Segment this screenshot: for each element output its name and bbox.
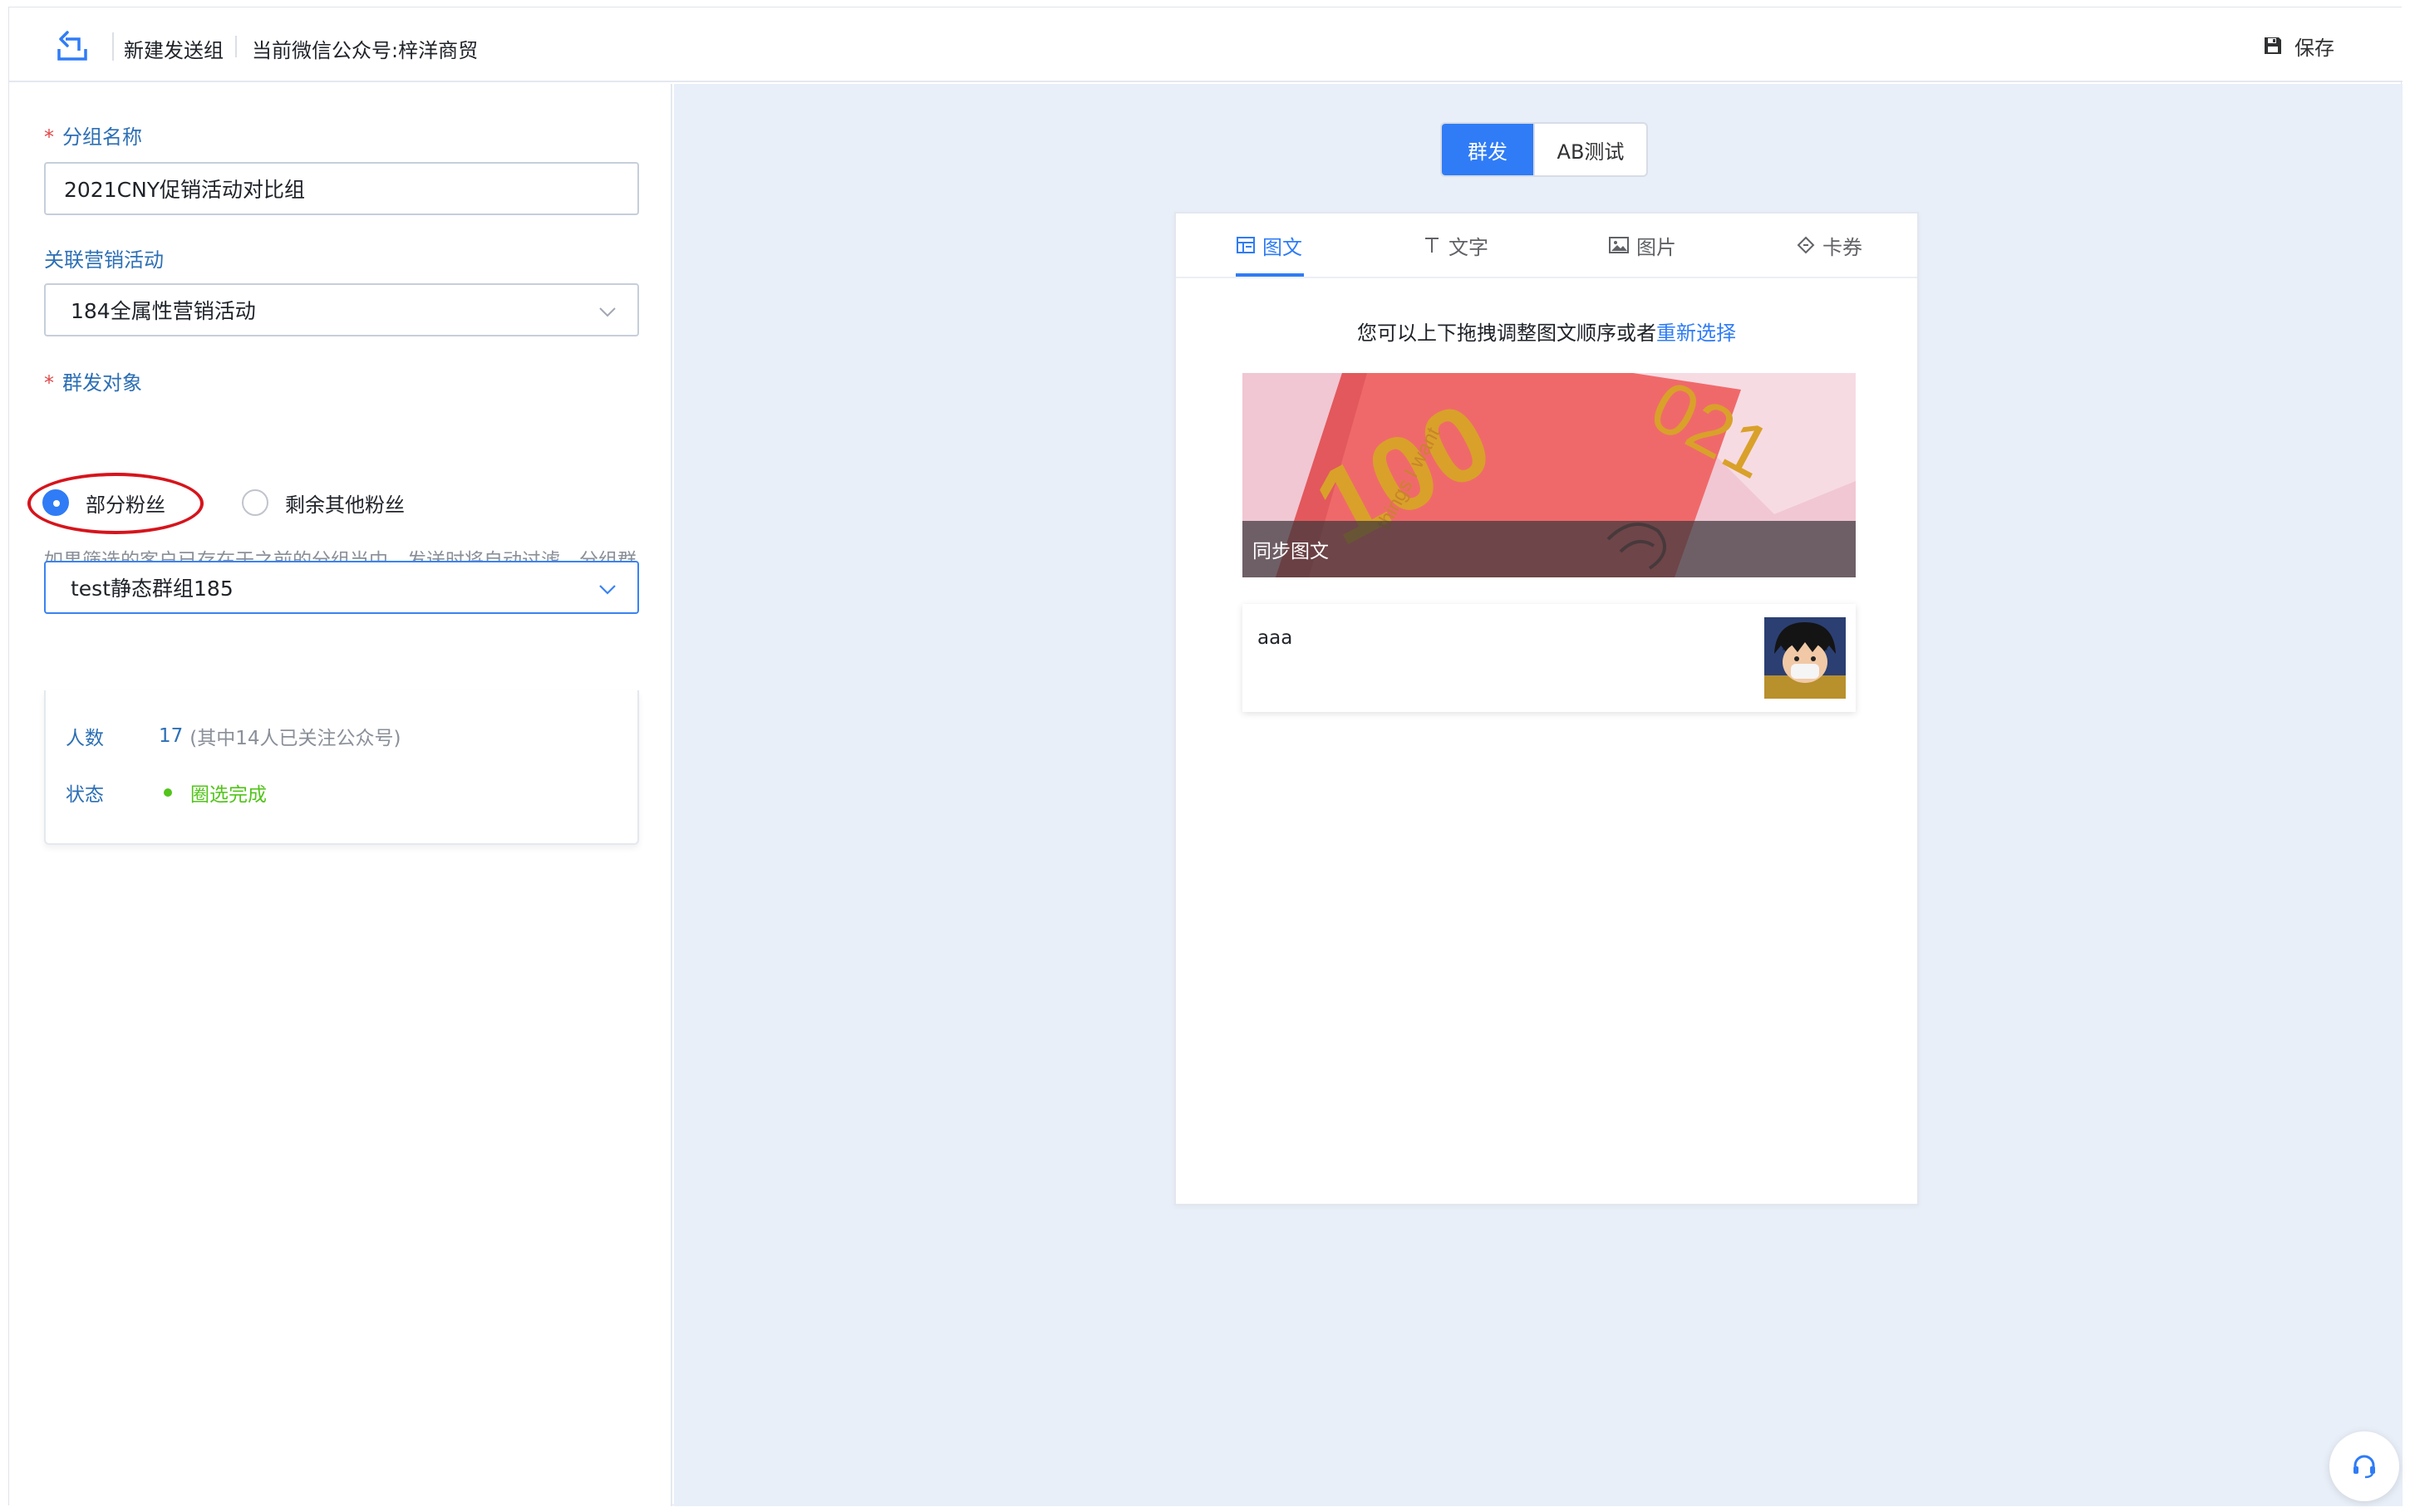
required-mark: *	[44, 371, 54, 395]
group-name-input[interactable]	[44, 162, 639, 215]
article-title: aaa	[1257, 627, 1293, 649]
preview-area: 群发 AB测试 图文 文字 图片 卡券 您可以上下拖拽调整图文顺序或者重新选择 …	[674, 84, 2403, 1506]
target-label: * 群发对象	[44, 371, 142, 395]
fan-count-row: 人数 17 (其中14人已关注公众号)	[66, 722, 401, 750]
required-mark: *	[44, 125, 54, 149]
avatar	[1764, 617, 1846, 699]
image-icon	[1609, 237, 1629, 253]
save-icon	[2265, 37, 2281, 54]
status-label: 状态	[66, 784, 104, 806]
tab-label: 文字	[1448, 235, 1488, 259]
status-row: 状态 圈选完成	[66, 778, 267, 807]
cover-caption: 同步图文	[1242, 521, 1856, 577]
mode-toggle: 群发 AB测试	[1440, 122, 1648, 177]
chevron-down-icon	[599, 307, 616, 317]
fan-count-value: 17	[159, 725, 184, 747]
top-bar: 新建发送组 当前微信公众号:梓洋商贸 保存	[9, 7, 2403, 82]
drag-hint: 您可以上下拖拽调整图文顺序或者重新选择	[1176, 317, 1917, 346]
cover-article[interactable]: 100 things I want 021 同步图文	[1242, 373, 1856, 577]
status-dot	[164, 788, 172, 797]
fan-count-note: (其中14人已关注公众号)	[189, 728, 401, 749]
headset-icon	[2353, 1455, 2375, 1479]
settings-panel: *分组名称 关联营销活动 184全属性营销活动 *群发对象 部分粉丝 剩余其他粉…	[9, 84, 672, 1506]
active-tab-indicator	[1236, 273, 1304, 277]
radio-checked-icon	[42, 489, 69, 516]
article-thumbnail	[1764, 617, 1846, 699]
back-button[interactable]	[49, 24, 96, 67]
segment-select[interactable]: test静态群组185	[44, 561, 639, 614]
tab-label: 图片	[1636, 235, 1676, 259]
campaign-select[interactable]: 184全属性营销活动	[44, 283, 639, 336]
drag-hint-text: 您可以上下拖拽调整图文顺序或者	[1357, 322, 1656, 345]
back-arrow-icon	[57, 31, 87, 61]
radio-remaining-fans[interactable]: 剩余其他粉丝	[242, 486, 405, 519]
tab-text[interactable]: 文字	[1422, 228, 1488, 262]
radio-label: 部分粉丝	[86, 493, 165, 517]
campaign-select-value: 184全属性营销活动	[71, 299, 256, 323]
current-account: 当前微信公众号:梓洋商贸	[252, 39, 479, 62]
group-name-label: * 分组名称	[44, 125, 142, 149]
radio-unchecked-icon	[242, 489, 268, 516]
tab-label: 图文	[1262, 235, 1302, 259]
fan-count-label: 人数	[66, 728, 104, 749]
segment-info-panel: 人数 17 (其中14人已关注公众号) 状态 圈选完成	[44, 690, 639, 845]
reselect-link[interactable]: 重新选择	[1656, 322, 1736, 345]
article-item[interactable]: aaa	[1242, 604, 1856, 712]
app-window: 新建发送组 当前微信公众号:梓洋商贸 保存 *分组名称 关联营销活动 184全属…	[8, 7, 2403, 1506]
content-editor: 图文 文字 图片 卡券 您可以上下拖拽调整图文顺序或者重新选择 100 thin…	[1174, 212, 1919, 1205]
save-label: 保存	[2294, 36, 2334, 60]
segment-select-value: test静态群组185	[71, 577, 234, 601]
content-tabs: 图文 文字 图片 卡券	[1176, 214, 1917, 278]
text-icon	[1425, 238, 1439, 253]
save-button[interactable]: 保存	[2263, 31, 2334, 61]
radio-label: 剩余其他粉丝	[285, 493, 405, 517]
coupon-icon	[1797, 236, 1815, 254]
mode-ab-test[interactable]: AB测试	[1533, 124, 1646, 175]
page-title: 新建发送组	[124, 39, 224, 62]
tab-coupon[interactable]: 卡券	[1796, 228, 1862, 262]
header-divider	[112, 32, 114, 61]
customer-support-button[interactable]	[2329, 1431, 2399, 1501]
header-divider	[235, 36, 237, 57]
tab-news[interactable]: 图文	[1236, 228, 1302, 262]
tab-image[interactable]: 图片	[1608, 228, 1676, 262]
news-icon	[1237, 237, 1255, 253]
chevron-down-icon	[599, 585, 616, 595]
campaign-label: 关联营销活动	[44, 248, 164, 272]
mode-mass-send[interactable]: 群发	[1442, 124, 1533, 175]
radio-partial-fans[interactable]: 部分粉丝	[42, 486, 165, 519]
status-value: 圈选完成	[190, 784, 267, 806]
tab-label: 卡券	[1822, 235, 1862, 259]
